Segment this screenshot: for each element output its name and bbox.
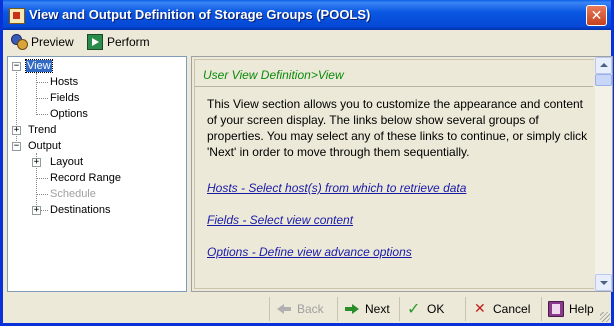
tree-connector: [36, 178, 48, 179]
tree-item-output[interactable]: Output: [28, 138, 61, 154]
description-text: This View section allows you to customiz…: [207, 96, 597, 160]
perform-button[interactable]: Perform: [87, 33, 150, 51]
tree-connector: [36, 73, 37, 115]
back-label: Back: [297, 302, 324, 316]
tree-item-fields[interactable]: Fields: [50, 90, 79, 106]
description-line: This View section allows you to customiz…: [207, 97, 583, 111]
tree-item-layout[interactable]: Layout: [50, 154, 83, 170]
window-title: View and Output Definition of Storage Gr…: [29, 7, 371, 22]
tree-connector: [16, 67, 17, 147]
ok-label: OK: [427, 302, 445, 316]
back-arrow-icon: [276, 301, 292, 317]
scroll-thumb[interactable]: [595, 74, 612, 86]
content-body: User View Definition>View This View sect…: [194, 59, 594, 289]
ok-button[interactable]: OK: [399, 297, 461, 321]
tree-item-schedule: Schedule: [50, 188, 96, 200]
title-bar[interactable]: View and Output Definition of Storage Gr…: [3, 0, 611, 30]
help-book-icon: [548, 301, 564, 317]
dialog-window: View and Output Definition of Storage Gr…: [0, 0, 614, 326]
tree-item-view[interactable]: View: [25, 58, 53, 74]
resize-grip[interactable]: [600, 312, 610, 322]
scroll-down-arrow[interactable]: [595, 274, 612, 291]
description-line: of your screen display. The links below …: [207, 113, 539, 127]
scroll-up-arrow[interactable]: [595, 57, 612, 74]
tree-item-options[interactable]: Options: [50, 106, 88, 122]
description-line: properties. You may select any of these …: [207, 129, 588, 143]
cancel-label: Cancel: [493, 302, 531, 316]
help-label: Help: [569, 302, 594, 316]
breadcrumb: User View Definition>View: [203, 68, 344, 82]
button-bar: Back Next OK Cancel Help: [3, 294, 611, 323]
tree-connector: [36, 114, 48, 115]
tree-expand-destinations[interactable]: +: [32, 206, 41, 215]
next-arrow-icon: [344, 301, 360, 317]
tree-collapse-output[interactable]: −: [12, 142, 21, 151]
preview-icon: [11, 34, 28, 50]
perform-icon: [87, 34, 103, 50]
content-panel: User View Definition>View This View sect…: [191, 56, 613, 292]
tree-connector: [36, 194, 48, 195]
preview-button[interactable]: Preview: [11, 33, 74, 51]
back-button[interactable]: Back: [269, 297, 333, 321]
hosts-link[interactable]: Hosts - Select host(s) from which to ret…: [207, 181, 466, 195]
tree-connector: [36, 82, 48, 83]
tree-item-view-label: View: [25, 59, 53, 73]
cancel-x-icon: [472, 300, 488, 317]
tree-connector: [36, 98, 48, 99]
tree-item-record-range[interactable]: Record Range: [50, 170, 121, 186]
tree-collapse-view[interactable]: −: [12, 62, 21, 71]
description-line: 'Next' in order to move through them seq…: [207, 145, 470, 159]
next-button[interactable]: Next: [337, 297, 397, 321]
tree-item-hosts[interactable]: Hosts: [50, 74, 78, 90]
toolbar: Preview Perform: [3, 30, 611, 54]
app-icon: [9, 8, 25, 24]
tree-item-trend[interactable]: Trend: [28, 122, 56, 138]
divider: [195, 86, 593, 87]
options-link[interactable]: Options - Define view advance options: [207, 245, 412, 259]
navigation-tree: − View Hosts Fields Options + Trend − Ou…: [7, 56, 187, 292]
perform-label: Perform: [107, 35, 150, 49]
tree-item-destinations[interactable]: Destinations: [50, 202, 111, 218]
close-button[interactable]: ✕: [586, 5, 607, 26]
checkmark-icon: [406, 299, 422, 319]
help-button[interactable]: Help: [541, 297, 603, 321]
preview-label: Preview: [31, 35, 74, 49]
tree-expand-layout[interactable]: +: [32, 158, 41, 167]
cancel-button[interactable]: Cancel: [465, 297, 539, 321]
fields-link[interactable]: Fields - Select view content: [207, 213, 353, 227]
vertical-scrollbar[interactable]: [595, 57, 612, 291]
next-label: Next: [365, 302, 390, 316]
tree-expand-trend[interactable]: +: [12, 126, 21, 135]
